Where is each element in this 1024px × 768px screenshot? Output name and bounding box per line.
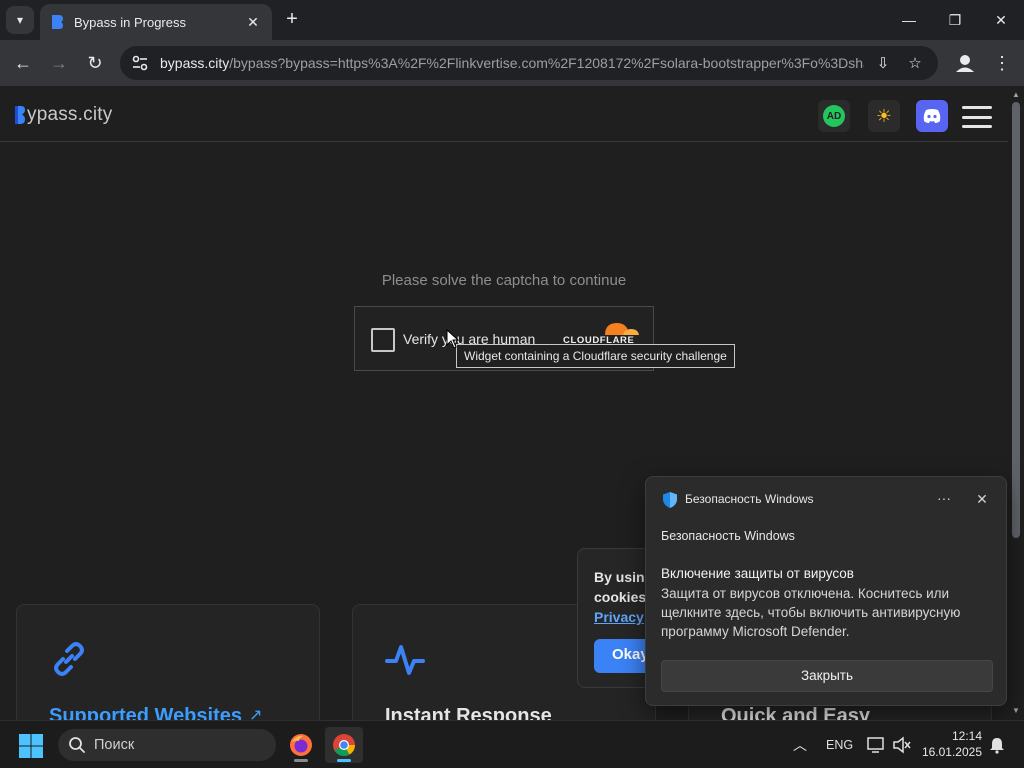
windows-taskbar: Поиск ︿ ENG 12:14 16.01.2025 [0, 720, 1024, 768]
toast-more-options-icon[interactable]: ··· [932, 487, 956, 511]
network-monitor-icon[interactable] [866, 735, 886, 755]
taskbar-search-box[interactable]: Поиск [58, 729, 276, 761]
url-path: /bypass?bypass=https%3A%2F%2Flinkvertise… [229, 55, 864, 71]
link-icon [54, 642, 84, 676]
url-text: bypass.city/bypass?bypass=https%3A%2F%2F… [160, 55, 864, 71]
windows-start-icon[interactable] [18, 733, 44, 759]
theme-sun-icon[interactable]: ☀ [868, 100, 900, 132]
toast-close-button[interactable]: Закрыть [661, 660, 993, 692]
site-info-tune-icon[interactable] [130, 53, 150, 73]
tray-overflow-chevron-icon[interactable]: ︿ [790, 735, 810, 755]
search-icon [69, 737, 85, 753]
tab-close-icon[interactable]: ✕ [244, 14, 262, 31]
taskbar-chrome[interactable] [325, 727, 363, 763]
feature-card-supported-websites[interactable]: Supported Websites ↗ [16, 604, 320, 720]
clock-date: 16.01.2025 [921, 745, 982, 759]
tab-bypass-in-progress[interactable]: Bypass in Progress ✕ [40, 4, 272, 40]
scroll-down-arrow-icon[interactable]: ▼ [1008, 704, 1024, 718]
site-logo[interactable]: ypass.city [14, 104, 112, 126]
logo-text: ypass.city [27, 104, 113, 125]
minimize-button[interactable]: — [886, 0, 932, 40]
bypass-favicon-icon [52, 15, 63, 29]
clock-time: 12:14 [951, 729, 982, 743]
volume-muted-icon[interactable] [892, 735, 912, 755]
url-host: bypass.city [160, 55, 230, 71]
external-link-icon: ↗ [249, 707, 263, 720]
input-language[interactable]: ENG [826, 738, 853, 752]
hamburger-menu-icon[interactable] [962, 106, 992, 128]
toast-close-icon[interactable]: ✕ [970, 487, 994, 511]
toast-app-name: Безопасность Windows [685, 492, 814, 506]
tab-title: Bypass in Progress [74, 14, 186, 30]
toast-heading: Включение защиты от вирусов [661, 566, 854, 581]
page-scrollbar[interactable]: ▲ ▼ [1008, 86, 1024, 720]
chrome-menu-icon[interactable]: ⋮ [990, 50, 1014, 76]
site-header: ypass.city AD ☀ [0, 86, 1008, 142]
notification-bell-icon[interactable] [988, 736, 1006, 754]
window-close-button[interactable]: ✕ [978, 0, 1024, 40]
taskbar-clock[interactable]: 12:14 16.01.2025 [920, 728, 982, 760]
taskbar-firefox[interactable] [282, 727, 320, 763]
card-title: Quick and Easy [721, 705, 870, 720]
verify-human-checkbox[interactable] [371, 328, 395, 352]
mouse-cursor-icon [446, 329, 460, 349]
back-arrow-icon[interactable]: ← [8, 48, 38, 78]
card-title: Instant Response [385, 705, 552, 720]
privacy-policy-link[interactable]: Privacy [594, 609, 644, 625]
windows-security-toast[interactable]: Безопасность Windows ··· ✕ Безопасность … [645, 476, 1007, 706]
reload-icon[interactable]: ↻ [80, 48, 110, 78]
restore-button[interactable]: ❐ [932, 0, 978, 40]
discord-button[interactable] [916, 100, 948, 132]
address-bar[interactable]: bypass.city/bypass?bypass=https%3A%2F%2F… [120, 46, 938, 80]
toast-subheader: Безопасность Windows [661, 529, 795, 543]
taskbar-search-placeholder: Поиск [94, 737, 135, 753]
new-tab-button[interactable]: + [280, 8, 304, 32]
scroll-up-arrow-icon[interactable]: ▲ [1008, 88, 1024, 102]
app-running-indicator [294, 759, 308, 762]
tab-search-chevron-icon[interactable]: ▾ [6, 6, 34, 34]
install-app-icon[interactable]: ⇩ [870, 50, 896, 76]
discord-icon [923, 109, 941, 123]
profile-icon[interactable] [952, 50, 978, 76]
ad-toggle-button[interactable]: AD [818, 100, 850, 132]
windows-security-shield-icon [663, 492, 677, 508]
cloudflare-tooltip: Widget containing a Cloudflare security … [456, 344, 735, 368]
pulse-activity-icon [385, 645, 425, 675]
card-title: Supported Websites [49, 705, 242, 720]
tab-strip: ▾ Bypass in Progress ✕ + — ❐ ✕ [0, 0, 1024, 40]
app-active-indicator [337, 759, 351, 762]
chrome-icon [333, 734, 355, 756]
firefox-icon [290, 734, 312, 756]
forward-arrow-icon[interactable]: → [44, 48, 74, 78]
toast-body: Защита от вирусов отключена. Коснитесь и… [661, 586, 961, 639]
captcha-prompt: Please solve the captcha to continue [381, 272, 627, 289]
scrollbar-thumb[interactable] [1012, 102, 1020, 538]
bypass-logo-mark-icon [15, 106, 25, 124]
bookmark-star-icon[interactable]: ☆ [902, 50, 928, 76]
browser-toolbar: ← → ↻ bypass.city/bypass?bypass=https%3A… [0, 40, 1024, 86]
ad-badge-icon: AD [823, 105, 845, 127]
